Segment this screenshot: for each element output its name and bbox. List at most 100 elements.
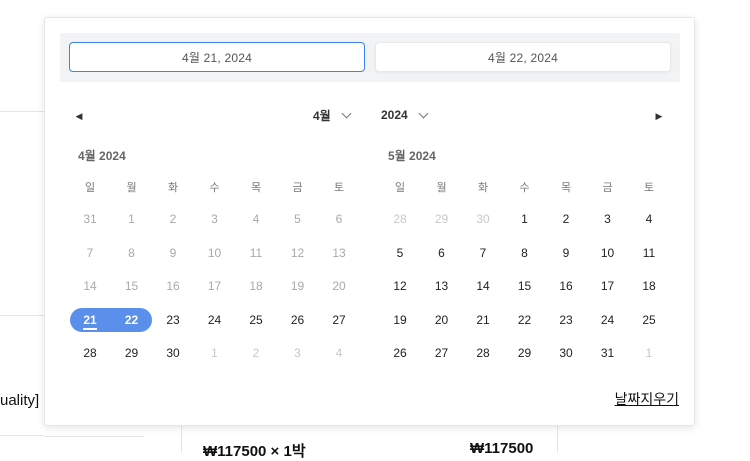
day-cell[interactable]: 3: [195, 207, 235, 231]
day-cell[interactable]: 10: [588, 241, 628, 265]
date-range-picker: 4월 21, 2024 4월 22, 2024 ◀ 4월 2024 ▶ 4월 2…: [44, 17, 695, 426]
weekday-label: 수: [519, 182, 530, 194]
day-cell[interactable]: 4: [236, 207, 276, 231]
day-cell[interactable]: 26: [380, 341, 420, 365]
month-select-value: 4월: [313, 108, 331, 123]
day-cell[interactable]: 12: [380, 274, 420, 298]
next-month-icon[interactable]: ▶: [653, 110, 665, 122]
day-cell[interactable]: 30: [153, 341, 193, 365]
prev-month-icon[interactable]: ◀: [73, 110, 85, 122]
day-cell[interactable]: 4: [319, 341, 359, 365]
weekday-label: 화: [477, 182, 489, 194]
day-cell[interactable]: 28: [380, 207, 420, 231]
day-cell[interactable]: 13: [422, 274, 462, 298]
day-cell[interactable]: 1: [505, 207, 545, 231]
day-cell[interactable]: 26: [278, 308, 318, 332]
day-cell[interactable]: 31: [588, 341, 628, 365]
divider: [44, 436, 144, 437]
day-cell[interactable]: 28: [70, 341, 110, 365]
month-select[interactable]: 4월: [313, 105, 352, 125]
weekday-header: 일 월 화 수 목 금 토: [70, 179, 363, 195]
day-cell[interactable]: 16: [546, 274, 586, 298]
day-cell[interactable]: 3: [588, 207, 628, 231]
day-cell[interactable]: 18: [236, 274, 276, 298]
weekday-label: 화: [167, 182, 179, 194]
day-cell[interactable]: 15: [112, 274, 152, 298]
year-select[interactable]: 2024: [381, 105, 429, 125]
day-cell[interactable]: 23: [153, 308, 193, 332]
day-cell[interactable]: 29: [112, 341, 152, 365]
weekday-label: 월: [436, 182, 447, 194]
day-cell[interactable]: 1: [629, 341, 669, 365]
day-cell[interactable]: 2: [546, 207, 586, 231]
day-cell[interactable]: 27: [319, 308, 359, 332]
weekday-label: 목: [250, 182, 262, 194]
day-cell[interactable]: 1: [195, 341, 235, 365]
weekday-label: 금: [292, 182, 303, 194]
day-cell[interactable]: 12: [278, 241, 318, 265]
day-cell[interactable]: 17: [195, 274, 235, 298]
day-cell[interactable]: 25: [629, 308, 669, 332]
day-cell[interactable]: 14: [463, 274, 503, 298]
day-cell[interactable]: 16: [153, 274, 193, 298]
day-cell[interactable]: 19: [278, 274, 318, 298]
day-cell[interactable]: 29: [505, 341, 545, 365]
day-cell[interactable]: 4: [629, 207, 669, 231]
day-cell[interactable]: 20: [319, 274, 359, 298]
day-cell[interactable]: 21: [463, 308, 503, 332]
day-cell[interactable]: 5: [278, 207, 318, 231]
day-cell[interactable]: 7: [70, 241, 110, 265]
day-cell[interactable]: 27: [422, 341, 462, 365]
day-cell[interactable]: 18: [629, 274, 669, 298]
day-cell[interactable]: 21: [70, 308, 110, 332]
day-cell[interactable]: 20: [422, 308, 462, 332]
year-select-value: 2024: [381, 108, 408, 122]
day-cell[interactable]: 22: [505, 308, 545, 332]
clear-dates-link[interactable]: 날짜지우기: [615, 389, 679, 409]
day-cell[interactable]: 7: [463, 241, 503, 265]
day-cell[interactable]: 14: [70, 274, 110, 298]
day-cell[interactable]: 6: [319, 207, 359, 231]
day-cell[interactable]: 11: [236, 241, 276, 265]
day-cell[interactable]: 13: [319, 241, 359, 265]
end-date-field[interactable]: 4월 22, 2024: [375, 42, 671, 72]
start-date-field[interactable]: 4월 21, 2024: [69, 42, 365, 72]
background-price-total: ₩117500: [470, 440, 534, 457]
weekday-label: 토: [333, 182, 345, 194]
day-cell[interactable]: 29: [422, 207, 462, 231]
day-cell[interactable]: 3: [278, 341, 318, 365]
weekday-header: 일 월 화 수 목 금 토: [380, 179, 673, 195]
day-cell[interactable]: 24: [195, 308, 235, 332]
day-cell[interactable]: 17: [588, 274, 628, 298]
day-cell[interactable]: 9: [546, 241, 586, 265]
day-cell[interactable]: 30: [546, 341, 586, 365]
day-cell[interactable]: 19: [380, 308, 420, 332]
day-cell[interactable]: 25: [236, 308, 276, 332]
day-cell[interactable]: 5: [380, 241, 420, 265]
weekday-label: 일: [84, 182, 96, 194]
divider: [557, 426, 558, 453]
day-cell[interactable]: 6: [422, 241, 462, 265]
day-cell[interactable]: 31: [70, 207, 110, 231]
background-product-title: uality]: [0, 392, 40, 409]
day-cell[interactable]: 15: [505, 274, 545, 298]
weekday-label: 토: [643, 182, 655, 194]
divider: [0, 111, 44, 112]
day-cell[interactable]: 11: [629, 241, 669, 265]
day-cell[interactable]: 2: [153, 207, 193, 231]
day-cell[interactable]: 30: [463, 207, 503, 231]
day-cell[interactable]: 23: [546, 308, 586, 332]
day-cell[interactable]: 28: [463, 341, 503, 365]
weekday-label: 일: [394, 182, 406, 194]
day-cell[interactable]: 10: [195, 241, 235, 265]
day-cell[interactable]: 1: [112, 207, 152, 231]
divider: [0, 435, 44, 436]
day-cell[interactable]: 2: [236, 341, 276, 365]
day-cell[interactable]: 8: [505, 241, 545, 265]
day-cell[interactable]: 8: [112, 241, 152, 265]
day-cell[interactable]: 24: [588, 308, 628, 332]
day-cell[interactable]: 9: [153, 241, 193, 265]
day-cell[interactable]: 22: [112, 308, 152, 332]
background-price-line: ₩117500 × 1박: [203, 443, 306, 460]
divider: [181, 426, 182, 453]
